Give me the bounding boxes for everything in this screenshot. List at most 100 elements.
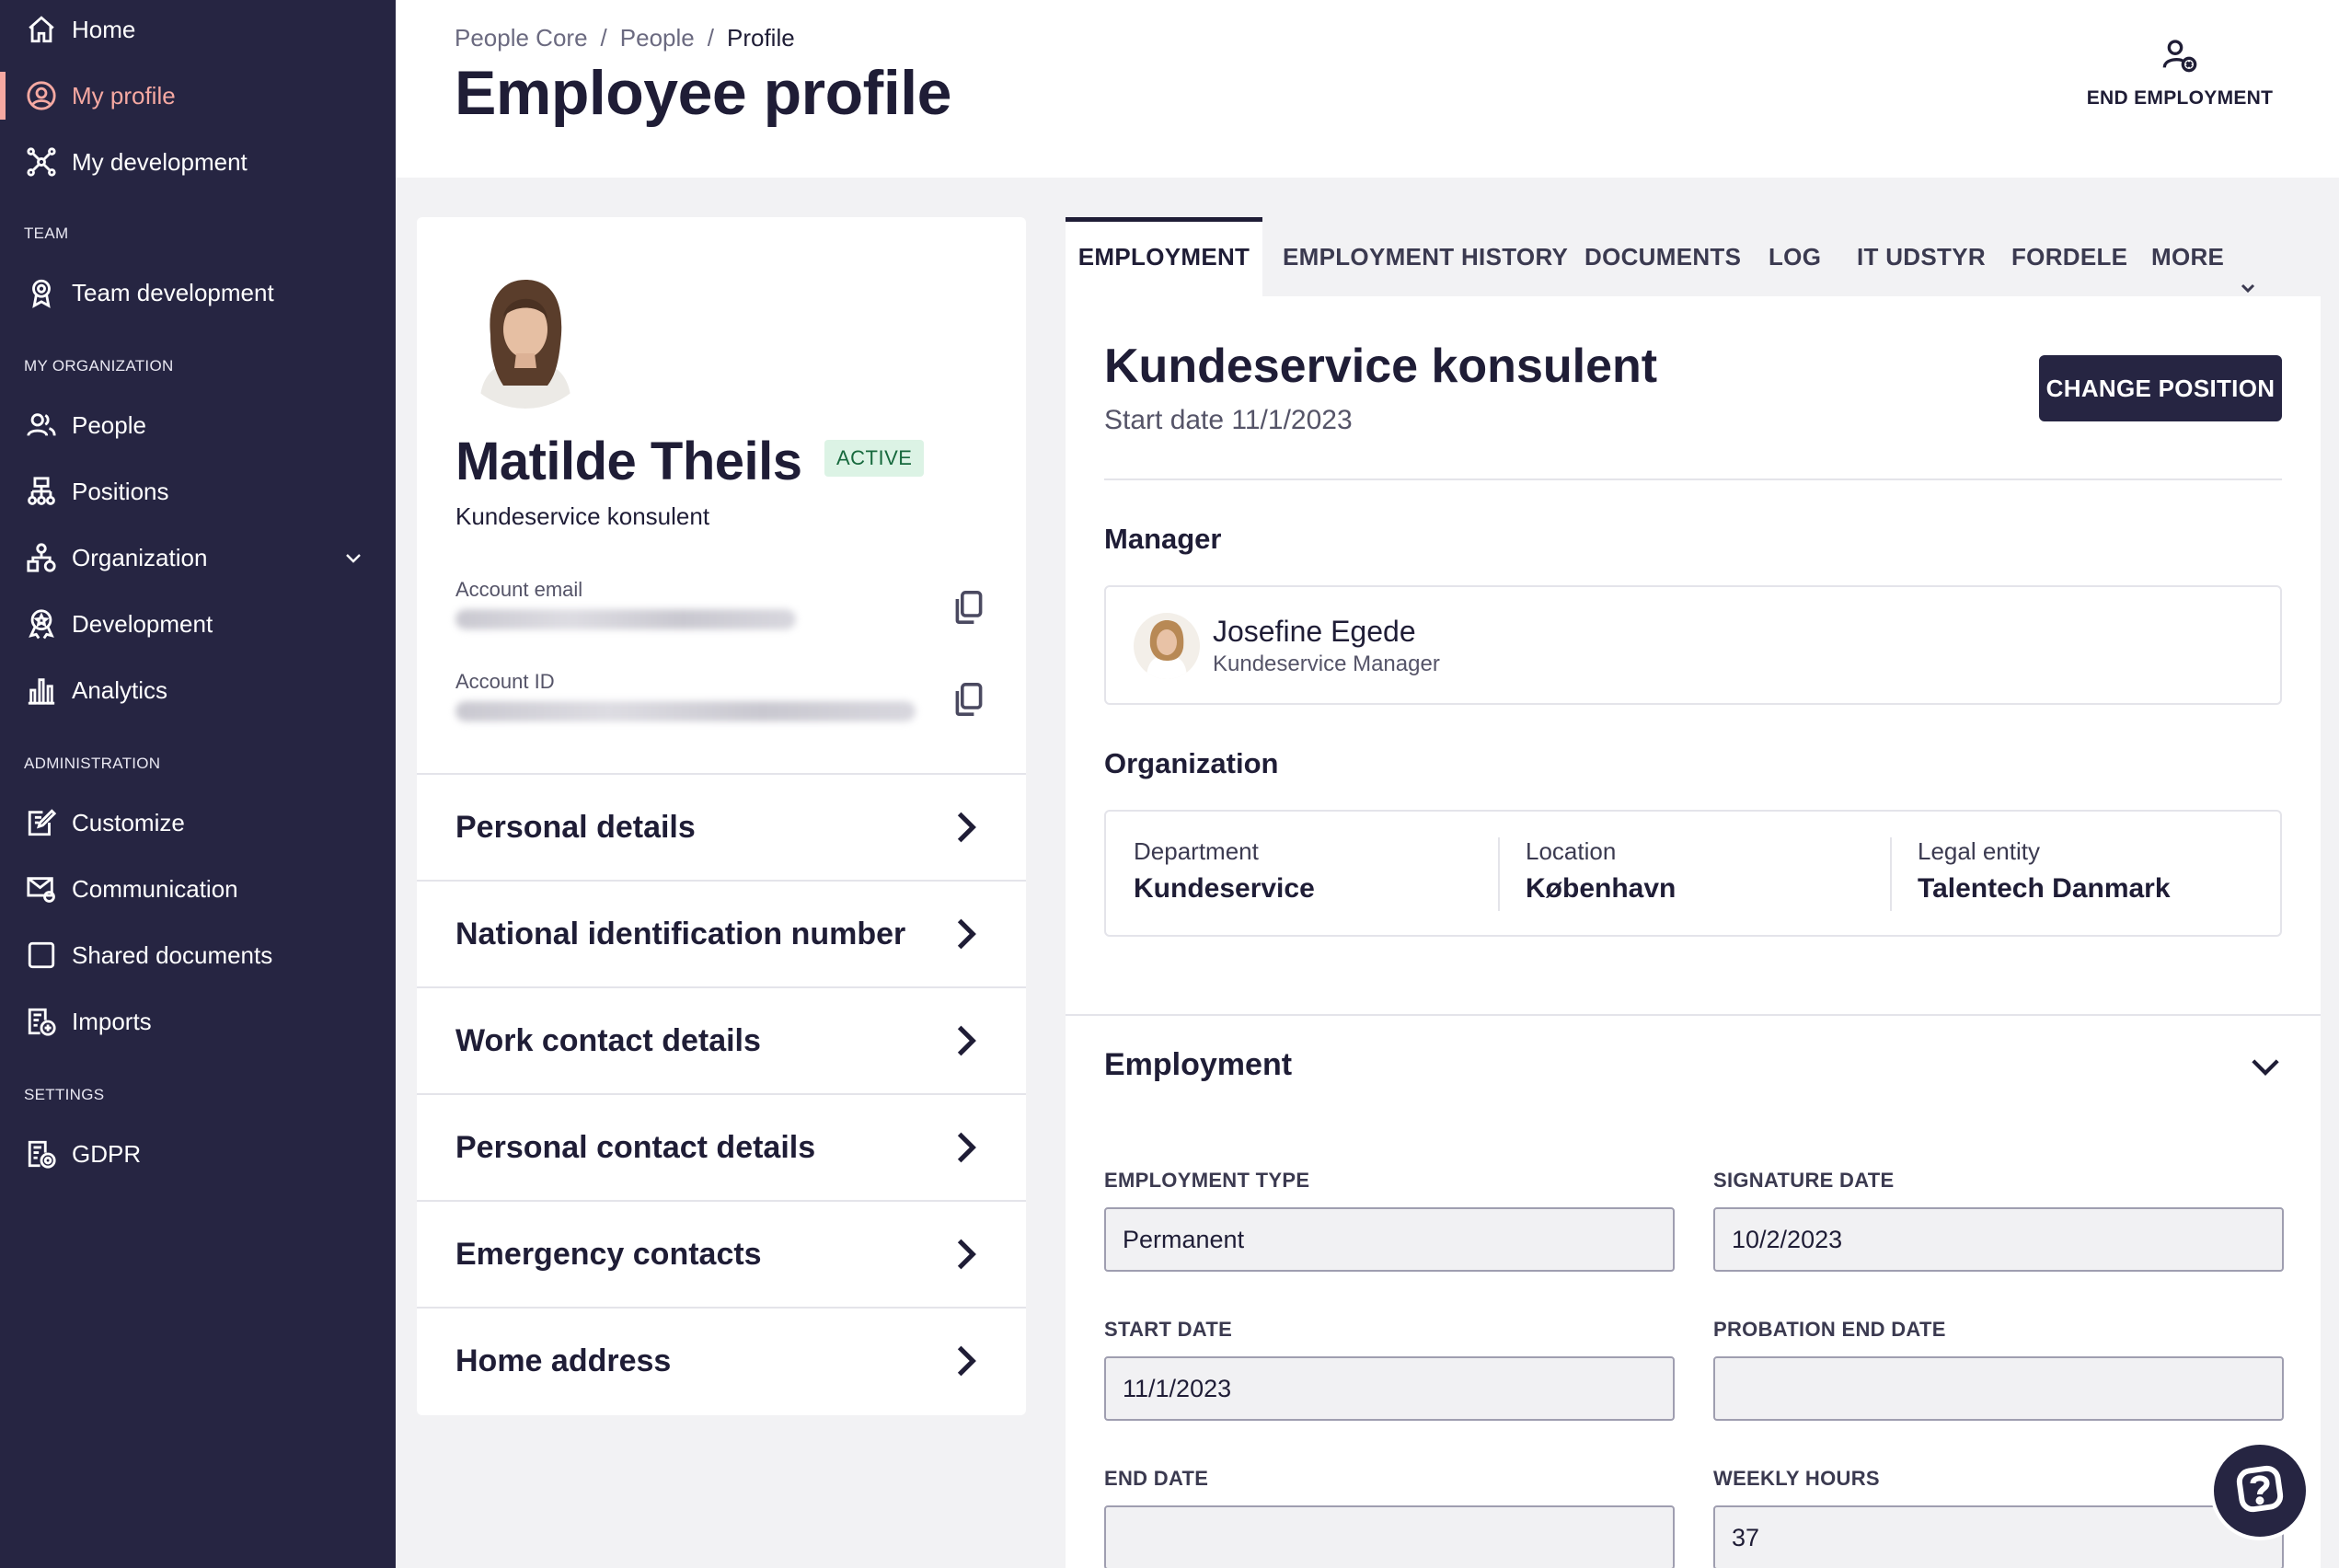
- hierarchy-icon: [24, 474, 59, 509]
- help-chat-icon: [2232, 1461, 2287, 1521]
- sidebar-item-imports[interactable]: Imports: [0, 994, 396, 1049]
- section-label: Personal details: [455, 809, 696, 845]
- tab-documents[interactable]: DOCUMENTS: [1584, 217, 1741, 296]
- mail-gear-icon: [24, 871, 59, 906]
- sidebar-item-positions[interactable]: Positions: [0, 464, 396, 519]
- chevron-down-icon[interactable]: [342, 547, 364, 569]
- sidebar-item-label: Analytics: [72, 675, 168, 704]
- org-legal-entity: Legal entity Talentech Danmark: [1918, 837, 2171, 911]
- sidebar: Home My profile My development TEAM Team…: [0, 0, 396, 1568]
- org-separator: [1498, 837, 1500, 911]
- section-national-id[interactable]: National identification number: [417, 880, 1026, 986]
- sidebar-item-customize[interactable]: Customize: [0, 795, 396, 850]
- tab-it-udstyr[interactable]: IT UDSTYR: [1857, 217, 1986, 296]
- department-value: Kundeservice: [1134, 873, 1315, 904]
- position-title: Kundeservice konsulent: [1104, 340, 1658, 393]
- change-position-button[interactable]: CHANGE POSITION: [2039, 355, 2282, 421]
- account-email-label: Account email: [455, 578, 583, 601]
- sidebar-item-label: Shared documents: [72, 940, 273, 969]
- tab-employment[interactable]: EMPLOYMENT: [1066, 217, 1262, 296]
- section-work-contact[interactable]: Work contact details: [417, 986, 1026, 1093]
- probation-end-date-label: PROBATION END DATE: [1713, 1318, 1946, 1341]
- copy-icon: [952, 683, 985, 721]
- sidebar-item-gdpr[interactable]: GDPR: [0, 1126, 396, 1182]
- nav-section-administration: ADMINISTRATION: [24, 755, 161, 772]
- signature-date-field[interactable]: [1713, 1207, 2284, 1272]
- end-date-field[interactable]: [1104, 1505, 1675, 1568]
- tab-log[interactable]: LOG: [1769, 217, 1821, 296]
- document-gear-icon: [24, 1136, 59, 1171]
- sidebar-item-analytics[interactable]: Analytics: [0, 663, 396, 718]
- profile-tabs: EMPLOYMENT EMPLOYMENT HISTORY DOCUMENTS …: [1066, 217, 2321, 296]
- section-label: Personal contact details: [455, 1129, 816, 1165]
- sidebar-item-people[interactable]: People: [0, 398, 396, 453]
- section-label: Home address: [455, 1343, 672, 1378]
- divider: [1104, 478, 2282, 480]
- section-label: Emergency contacts: [455, 1236, 762, 1272]
- end-employment-button[interactable]: END EMPLOYMENT: [2083, 37, 2276, 120]
- section-label: Work contact details: [455, 1022, 761, 1058]
- start-date-field[interactable]: [1104, 1356, 1675, 1421]
- copy-email-button[interactable]: [952, 589, 989, 626]
- organization-heading: Organization: [1104, 747, 1279, 779]
- section-personal-details[interactable]: Personal details: [417, 773, 1026, 880]
- account-email-value-blurred: [455, 609, 796, 629]
- section-personal-contact[interactable]: Personal contact details: [417, 1093, 1026, 1200]
- profile-card: Matilde Theils ACTIVE Kundeservice konsu…: [417, 217, 1026, 1415]
- chevron-right-icon: [952, 917, 980, 951]
- sidebar-item-label: Organization: [72, 543, 208, 571]
- award-icon: [24, 275, 59, 310]
- breadcrumb: People Core / People / Profile: [455, 24, 795, 52]
- employee-name: Matilde Theils: [455, 432, 802, 491]
- sidebar-item-label: Team development: [72, 278, 274, 306]
- weekly-hours-field[interactable]: [1713, 1505, 2284, 1568]
- sidebar-item-my-development[interactable]: My development: [0, 134, 396, 190]
- sidebar-item-communication[interactable]: Communication: [0, 861, 396, 917]
- user-remove-icon: [2161, 40, 2198, 77]
- home-icon: [24, 12, 59, 47]
- probation-end-date-field[interactable]: [1713, 1356, 2284, 1421]
- end-employment-label: END EMPLOYMENT: [2086, 87, 2274, 109]
- page-header: People Core / People / Profile Employee …: [396, 0, 2339, 178]
- sidebar-item-development[interactable]: Development: [0, 596, 396, 651]
- chevron-down-icon[interactable]: [2249, 1055, 2282, 1080]
- tab-employment-history[interactable]: EMPLOYMENT HISTORY: [1283, 217, 1568, 296]
- sidebar-item-label: My development: [72, 147, 248, 176]
- sidebar-item-my-profile[interactable]: My profile: [0, 68, 396, 123]
- copy-id-button[interactable]: [952, 681, 989, 718]
- legal-entity-value: Talentech Danmark: [1918, 873, 2171, 904]
- breadcrumb-current: Profile: [726, 24, 795, 52]
- section-emergency-contacts[interactable]: Emergency contacts: [417, 1200, 1026, 1307]
- breadcrumb-separator: /: [600, 24, 607, 52]
- breadcrumb-item[interactable]: People: [620, 24, 695, 52]
- sidebar-item-organization[interactable]: Organization: [0, 530, 396, 585]
- chevron-right-icon: [952, 1023, 980, 1058]
- copy-icon: [952, 591, 985, 629]
- chevron-right-icon: [952, 1237, 980, 1272]
- help-chat-button[interactable]: [2210, 1441, 2310, 1540]
- sidebar-item-label: Development: [72, 609, 213, 638]
- section-label: National identification number: [455, 916, 906, 951]
- avatar: [452, 261, 599, 409]
- sidebar-item-label: Home: [72, 15, 136, 43]
- user-circle-icon: [24, 78, 59, 113]
- bar-chart-icon: [24, 673, 59, 708]
- position-start-date: Start date 11/1/2023: [1104, 405, 1353, 435]
- page-title: Employee profile: [455, 58, 951, 128]
- employment-type-field[interactable]: [1104, 1207, 1675, 1272]
- sidebar-item-label: My profile: [72, 81, 176, 110]
- manager-name[interactable]: Josefine Egede: [1213, 615, 1416, 649]
- tab-more[interactable]: MORE: [2151, 217, 2257, 296]
- medal-icon: [24, 606, 59, 641]
- manager-heading: Manager: [1104, 523, 1222, 555]
- employment-type-label: EMPLOYMENT TYPE: [1104, 1169, 1310, 1192]
- section-home-address[interactable]: Home address: [417, 1307, 1026, 1413]
- manager-card[interactable]: Josefine Egede Kundeservice Manager: [1104, 585, 2282, 705]
- breadcrumb-item[interactable]: People Core: [455, 24, 588, 52]
- sidebar-item-shared-documents[interactable]: Shared documents: [0, 928, 396, 983]
- signature-date-label: SIGNATURE DATE: [1713, 1169, 1895, 1192]
- sidebar-item-team-development[interactable]: Team development: [0, 265, 396, 320]
- tab-fordele[interactable]: FORDELE: [2011, 217, 2127, 296]
- sidebar-item-home[interactable]: Home: [0, 2, 396, 57]
- chevron-right-icon: [952, 810, 980, 845]
